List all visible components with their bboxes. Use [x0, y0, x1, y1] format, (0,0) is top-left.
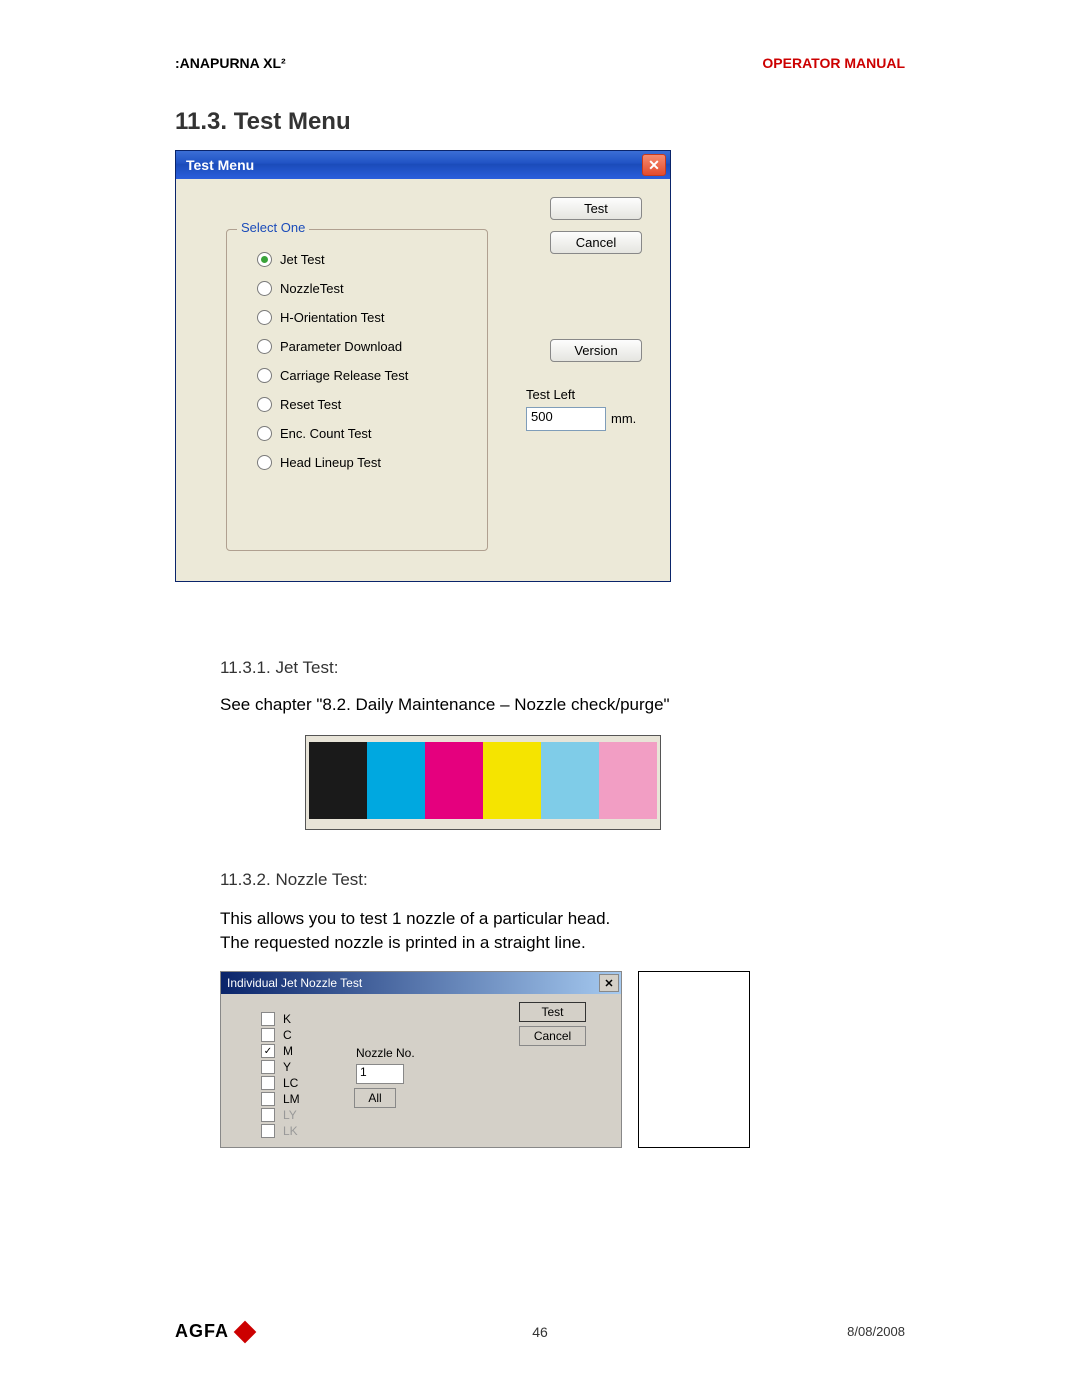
individual-jet-dialog: Individual Jet Nozzle Test ✕ K C ✓M Y LC… [220, 971, 622, 1148]
select-one-group: Select One Jet Test NozzleTest H-Orienta… [226, 229, 488, 551]
nozzle-no-label: Nozzle No. [356, 1046, 415, 1060]
check-label: LK [283, 1124, 298, 1138]
page-number: 46 [532, 1324, 548, 1340]
close-icon: ✕ [648, 157, 660, 174]
jet-test-text: See chapter "8.2. Daily Maintenance – No… [220, 695, 670, 715]
check-lm[interactable]: LM [261, 1092, 300, 1106]
radio-head-lineup[interactable]: Head Lineup Test [257, 455, 487, 470]
radio-icon [257, 339, 272, 354]
checkbox-icon [261, 1060, 275, 1074]
test-menu-dialog: Test Menu ✕ Select One Jet Test NozzleTe… [175, 150, 671, 582]
section-title: 11.3. Test Menu [175, 108, 351, 136]
header-product: :ANAPURNA XL² [175, 55, 286, 71]
cancel-button[interactable]: Cancel [550, 231, 642, 254]
radio-icon [257, 397, 272, 412]
radio-label: Enc. Count Test [280, 426, 372, 441]
output-placeholder [638, 971, 750, 1148]
checkbox-icon: ✓ [261, 1044, 275, 1058]
page-footer: AGFA 46 8/08/2008 [175, 1321, 905, 1342]
radio-label: Parameter Download [280, 339, 402, 354]
checkbox-icon [261, 1028, 275, 1042]
radio-icon [257, 455, 272, 470]
radio-nozzle-test[interactable]: NozzleTest [257, 281, 487, 296]
check-label: LC [283, 1076, 298, 1090]
dialog-titlebar: Test Menu ✕ [176, 151, 670, 179]
dialog-title: Test Menu [186, 157, 254, 173]
nozzle-test-heading: 11.3.2. Nozzle Test: [220, 870, 368, 890]
checkbox-icon [261, 1012, 275, 1026]
close-button[interactable]: ✕ [599, 974, 619, 992]
check-lc[interactable]: LC [261, 1076, 300, 1090]
check-m[interactable]: ✓M [261, 1044, 300, 1058]
radio-label: H-Orientation Test [280, 310, 385, 325]
dialog2-title: Individual Jet Nozzle Test [227, 976, 362, 990]
check-label: Y [283, 1060, 291, 1074]
test-left-label: Test Left [526, 387, 575, 402]
radio-enc-count[interactable]: Enc. Count Test [257, 426, 487, 441]
header-manual: OPERATOR MANUAL [762, 55, 905, 71]
checkbox-icon [261, 1124, 275, 1138]
radio-icon [257, 426, 272, 441]
radio-icon [257, 281, 272, 296]
nozzle-test-text: This allows you to test 1 nozzle of a pa… [220, 907, 610, 955]
agfa-logo: AGFA [175, 1321, 253, 1342]
test-button[interactable]: Test [519, 1002, 586, 1022]
check-c[interactable]: C [261, 1028, 300, 1042]
radio-label: Reset Test [280, 397, 341, 412]
footer-date: 8/08/2008 [847, 1324, 905, 1339]
radio-icon [257, 252, 272, 267]
checkbox-icon [261, 1092, 275, 1106]
radio-parameter-download[interactable]: Parameter Download [257, 339, 487, 354]
close-button[interactable]: ✕ [642, 154, 666, 176]
radio-label: NozzleTest [280, 281, 344, 296]
check-label: M [283, 1044, 293, 1058]
checkbox-icon [261, 1108, 275, 1122]
all-button[interactable]: All [354, 1088, 396, 1108]
check-ly: LY [261, 1108, 300, 1122]
version-button[interactable]: Version [550, 339, 642, 362]
group-legend: Select One [237, 220, 309, 235]
check-y[interactable]: Y [261, 1060, 300, 1074]
test-button[interactable]: Test [550, 197, 642, 220]
diamond-icon [234, 1320, 257, 1343]
check-lk: LK [261, 1124, 300, 1138]
radio-label: Carriage Release Test [280, 368, 408, 383]
radio-carriage-release[interactable]: Carriage Release Test [257, 368, 487, 383]
check-k[interactable]: K [261, 1012, 300, 1026]
check-label: K [283, 1012, 291, 1026]
jet-test-heading: 11.3.1. Jet Test: [220, 658, 338, 678]
radio-label: Head Lineup Test [280, 455, 381, 470]
radio-reset-test[interactable]: Reset Test [257, 397, 487, 412]
check-label: C [283, 1028, 292, 1042]
nozzle-no-input[interactable]: 1 [356, 1064, 404, 1084]
mm-unit: mm. [611, 411, 636, 426]
radio-h-orientation[interactable]: H-Orientation Test [257, 310, 487, 325]
page-header: :ANAPURNA XL² OPERATOR MANUAL [175, 55, 905, 71]
radio-label: Jet Test [280, 252, 325, 267]
cancel-button[interactable]: Cancel [519, 1026, 586, 1046]
dialog2-titlebar: Individual Jet Nozzle Test ✕ [221, 972, 621, 994]
checkbox-icon [261, 1076, 275, 1090]
radio-jet-test[interactable]: Jet Test [257, 252, 487, 267]
check-label: LY [283, 1108, 297, 1122]
close-icon: ✕ [604, 977, 613, 990]
radio-icon [257, 310, 272, 325]
check-label: LM [283, 1092, 300, 1106]
radio-icon [257, 368, 272, 383]
test-left-input[interactable]: 500 [526, 407, 606, 431]
color-strip-image [305, 735, 661, 830]
